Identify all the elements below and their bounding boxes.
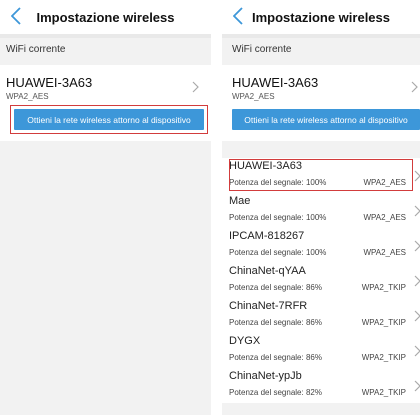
chevron-right-icon xyxy=(414,240,420,252)
current-wifi-label: WiFi corrente xyxy=(6,44,66,55)
network-signal: Potenza del segnale: 82% xyxy=(229,388,322,397)
network-signal: Potenza del segnale: 86% xyxy=(229,318,322,327)
network-ssid: Mae xyxy=(229,195,251,207)
network-list-item[interactable]: IPCAM-818267 Potenza del segnale: 100% WPA… xyxy=(222,228,420,263)
screen-left: Impostazione wireless WiFi corrente HUAW… xyxy=(0,0,211,415)
current-network-card[interactable]: HUAWEI-3A63 WPA2_AES Ottieni la rete wir… xyxy=(222,65,420,141)
chevron-right-icon xyxy=(192,81,199,93)
current-network-ssid: HUAWEI-3A63 xyxy=(6,75,93,90)
network-signal: Potenza del segnale: 100% xyxy=(229,248,327,257)
highlight-box xyxy=(10,105,208,134)
current-network-security: WPA2_AES xyxy=(232,92,275,101)
current-wifi-label: WiFi corrente xyxy=(232,44,292,55)
header-bar: Impostazione wireless xyxy=(0,0,211,34)
page-title: Impostazione wireless xyxy=(252,9,390,25)
network-security: WPA2_AES xyxy=(363,213,406,222)
divider xyxy=(0,34,211,38)
chevron-right-icon xyxy=(414,380,420,392)
scan-networks-label: Ottieni la rete wireless attorno al disp… xyxy=(244,114,408,125)
header-bar: Impostazione wireless xyxy=(222,0,420,34)
network-list-item[interactable]: DYGX Potenza del segnale: 86% WPA2_TKIP xyxy=(222,333,420,368)
network-list-item[interactable]: ChinaNet-ypJb Potenza del segnale: 82% WPA… xyxy=(222,368,420,403)
network-list-item[interactable]: Mae Potenza del segnale: 100% WPA2_AES xyxy=(222,193,420,228)
chevron-right-icon xyxy=(411,81,418,93)
network-list-item[interactable]: ChinaNet-7RFR Potenza del segnale: 86% WPA… xyxy=(222,298,420,333)
page-title: Impostazione wireless xyxy=(36,9,175,25)
back-button[interactable] xyxy=(6,3,26,29)
current-network-security: WPA2_AES xyxy=(6,92,49,101)
back-button[interactable] xyxy=(228,3,248,29)
scan-networks-button[interactable]: Ottieni la rete wireless attorno al disp… xyxy=(232,109,420,130)
network-ssid: IPCAM-818267 xyxy=(229,230,305,242)
network-list-item[interactable]: HUAWEI-3A63 Potenza del segnale: 100% WPA2… xyxy=(222,158,420,193)
screen-right: Impostazione wireless WiFi corrente HUAW… xyxy=(222,0,420,415)
highlight-box xyxy=(229,159,413,191)
network-security: WPA2_TKIP xyxy=(361,318,406,327)
divider xyxy=(222,34,420,38)
network-list-item[interactable]: ChinaNet-qYAA Potenza del segnale: 86% WPA… xyxy=(222,263,420,298)
network-security: WPA2_AES xyxy=(363,248,406,257)
chevron-right-icon xyxy=(414,275,420,287)
screen-gap xyxy=(211,0,222,415)
current-network-card[interactable]: HUAWEI-3A63 WPA2_AES Ottieni la rete wir… xyxy=(0,65,211,141)
network-ssid: DYGX xyxy=(229,335,261,347)
chevron-left-icon xyxy=(233,7,243,25)
network-ssid: ChinaNet-qYAA xyxy=(229,265,306,277)
network-security: WPA2_TKIP xyxy=(361,388,406,397)
network-ssid: ChinaNet-7RFR xyxy=(229,300,308,312)
chevron-right-icon xyxy=(414,170,420,182)
network-ssid: ChinaNet-ypJb xyxy=(229,370,302,382)
network-security: WPA2_TKIP xyxy=(361,283,406,292)
chevron-left-icon xyxy=(11,7,21,25)
network-signal: Potenza del segnale: 86% xyxy=(229,353,322,362)
chevron-right-icon xyxy=(414,345,420,357)
current-network-ssid: HUAWEI-3A63 xyxy=(232,75,319,90)
chevron-right-icon xyxy=(414,310,420,322)
network-security: WPA2_TKIP xyxy=(361,353,406,362)
network-signal: Potenza del segnale: 100% xyxy=(229,213,327,222)
chevron-right-icon xyxy=(414,205,420,217)
network-signal: Potenza del segnale: 86% xyxy=(229,283,322,292)
